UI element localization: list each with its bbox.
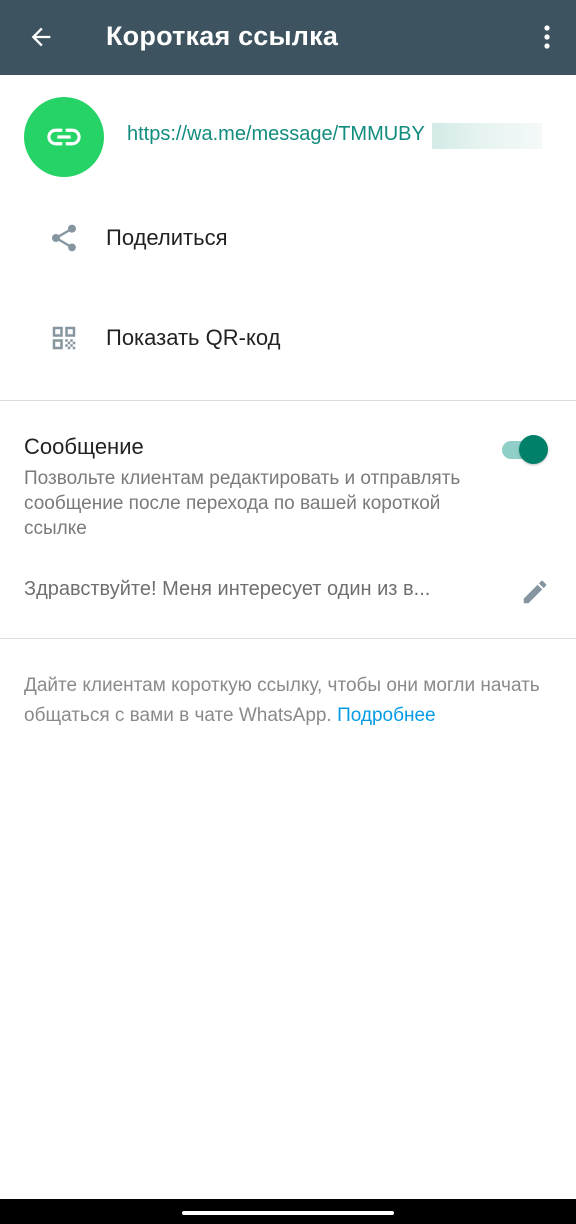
share-action[interactable]: Поделиться [0,198,576,278]
more-vert-icon [544,25,550,49]
toggle-thumb [519,435,548,464]
page-title: Короткая ссылка [106,21,339,51]
share-icon [52,224,76,252]
divider [0,400,576,401]
message-preview[interactable]: Здравствуйте! Меня интересует один из в.… [24,578,430,601]
show-qr-label: Показать QR-код [106,325,281,350]
edit-message-button[interactable] [515,572,555,612]
learn-more-link[interactable]: Подробнее [337,705,436,726]
pencil-icon [523,580,547,604]
link-icon [47,128,81,146]
arrow-left-icon [31,27,51,47]
show-qr-action[interactable]: Показать QR-код [0,298,576,378]
short-link-url[interactable]: https://wa.me/message/TMMUBY [127,123,425,146]
app-bar: Короткая ссылка [0,0,576,75]
system-nav-bar [0,1199,576,1224]
message-toggle[interactable] [500,432,550,466]
home-gesture-handle[interactable] [182,1211,394,1215]
footer-note: Дайте клиентам короткую ссылку, чтобы он… [24,671,560,731]
redacted-link-part [432,123,542,149]
link-avatar [24,97,104,177]
message-title: Сообщение [24,434,144,459]
divider [0,638,576,639]
more-options-button[interactable] [532,16,562,58]
share-icon-wrap [44,218,84,258]
qr-code-icon [52,326,76,350]
qr-icon-wrap [44,318,84,358]
back-button[interactable] [20,16,62,58]
message-description: Позвольте клиентам редактировать и отпра… [24,468,461,539]
footer-text: Дайте клиентам короткую ссылку, чтобы он… [24,675,540,726]
share-label: Поделиться [106,225,228,250]
